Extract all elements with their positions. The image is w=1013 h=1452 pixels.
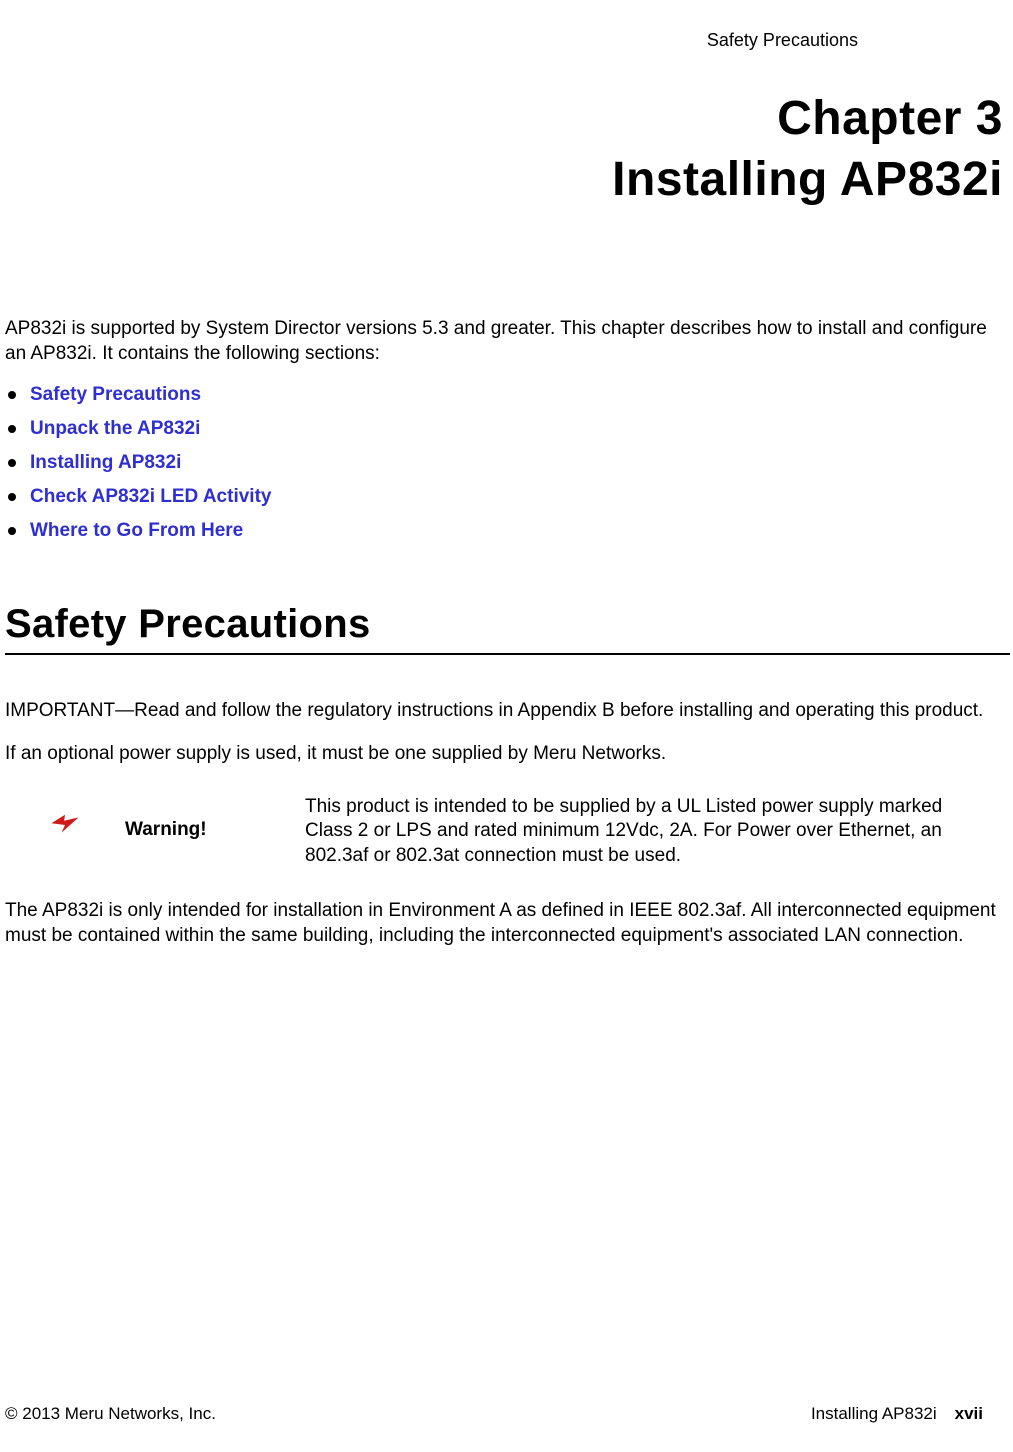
chapter-number: Chapter 3 bbox=[5, 91, 1003, 146]
footer-page-number: xvii bbox=[955, 1404, 983, 1424]
section-divider bbox=[5, 653, 1010, 655]
chapter-toc-list: Safety Precautions Unpack the AP832i Ins… bbox=[5, 384, 1013, 542]
chapter-title-block: Chapter 3 Installing AP832i bbox=[5, 91, 1013, 207]
chapter-intro-paragraph: AP832i is supported by System Director v… bbox=[5, 317, 1003, 366]
paragraph-power-supply: If an optional power supply is used, it … bbox=[5, 742, 1003, 767]
bullet-icon bbox=[8, 459, 16, 467]
bullet-icon bbox=[8, 493, 16, 501]
toc-link-safety-precautions[interactable]: Safety Precautions bbox=[30, 384, 201, 406]
running-header: Safety Precautions bbox=[5, 30, 1013, 51]
warning-text: This product is intended to be supplied … bbox=[305, 795, 1013, 869]
warning-callout: Warning! This product is intended to be … bbox=[5, 795, 1013, 869]
warning-icon-cell bbox=[5, 795, 125, 839]
list-item: Safety Precautions bbox=[5, 384, 1013, 406]
bullet-icon bbox=[8, 391, 16, 399]
toc-link-where-to-go[interactable]: Where to Go From Here bbox=[30, 520, 243, 542]
section-heading-safety-precautions: Safety Precautions bbox=[5, 602, 1013, 647]
list-item: Installing AP832i bbox=[5, 452, 1013, 474]
chapter-title: Installing AP832i bbox=[5, 152, 1003, 207]
list-item: Unpack the AP832i bbox=[5, 418, 1013, 440]
warning-label: Warning! bbox=[125, 795, 305, 841]
list-item: Where to Go From Here bbox=[5, 520, 1013, 542]
page-footer: © 2013 Meru Networks, Inc. Installing AP… bbox=[5, 1404, 983, 1424]
list-item: Check AP832i LED Activity bbox=[5, 486, 1013, 508]
bullet-icon bbox=[8, 425, 16, 433]
toc-link-led-activity[interactable]: Check AP832i LED Activity bbox=[30, 486, 271, 508]
footer-doc-title: Installing AP832i bbox=[811, 1404, 937, 1424]
lightning-icon bbox=[48, 811, 82, 839]
paragraph-environment-a: The AP832i is only intended for installa… bbox=[5, 899, 1003, 948]
paragraph-important: IMPORTANT—Read and follow the regulatory… bbox=[5, 699, 1003, 724]
footer-copyright: © 2013 Meru Networks, Inc. bbox=[5, 1404, 216, 1424]
toc-link-unpack[interactable]: Unpack the AP832i bbox=[30, 418, 200, 440]
bullet-icon bbox=[8, 527, 16, 535]
toc-link-installing[interactable]: Installing AP832i bbox=[30, 452, 181, 474]
